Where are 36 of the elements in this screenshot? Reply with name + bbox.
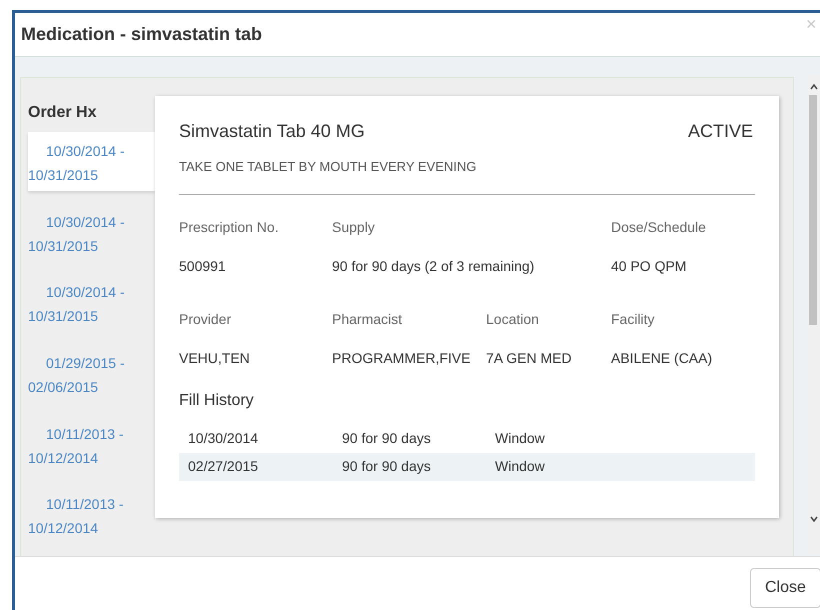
field-value: PROGRAMMER,FIVE [332,348,472,368]
field-value: ABILENE (CAA) [611,348,714,368]
close-button[interactable]: Close [750,568,820,608]
order-history-item[interactable]: 10/30/2014 - 10/31/2015 [28,273,155,332]
fill-quantity: 90 for 90 days [342,429,432,448]
fill-quantity: 90 for 90 days [342,457,432,476]
fill-history-heading: Fill History [179,390,255,410]
field-label: Pharmacist [332,310,404,328]
field-value: VEHU,TEN [179,348,251,368]
field-label: Provider [179,310,232,328]
field-value: 90 for 90 days (2 of 3 remaining) [332,256,536,276]
scrollbar-thumb[interactable] [809,95,817,325]
fill-date: 10/30/2014 [188,429,260,448]
order-history-item[interactable]: 10/30/2014 - 10/31/2015 [28,202,155,262]
field-value: 7A GEN MED [486,348,573,368]
dialog-title: Medication - simvastatin tab [21,23,262,46]
medication-name: Simvastatin Tab 40 MG [179,120,365,143]
order-history-item[interactable]: 01/29/2015 - 02/06/2015 [28,344,155,403]
sig-text: TAKE ONE TABLET BY MOUTH EVERY EVENING [179,158,478,176]
order-history-heading: Order Hx [28,103,98,123]
field-value: 40 PO QPM [611,256,688,276]
order-history-item[interactable]: 10/30/2014 - 10/31/2015 [28,132,155,191]
field-label: Dose/Schedule [611,218,707,236]
field-label: Facility [611,310,656,329]
scroll-up-icon[interactable] [810,83,818,91]
order-history-item[interactable]: 10/11/2013 - 10/12/2014 [28,414,155,474]
order-history-item[interactable]: 10/11/2013 - 10/12/2014 [28,485,155,544]
field-value: 500991 [179,256,227,276]
field-label: Location [486,310,540,328]
fill-routing: Window [495,457,545,476]
field-label: Supply [332,218,376,237]
field-label: Prescription No. [179,218,280,237]
fill-date: 02/27/2015 [188,457,260,476]
status-label: ACTIVE [688,120,753,143]
scroll-down-icon[interactable] [810,515,818,523]
fill-routing: Window [495,429,545,448]
